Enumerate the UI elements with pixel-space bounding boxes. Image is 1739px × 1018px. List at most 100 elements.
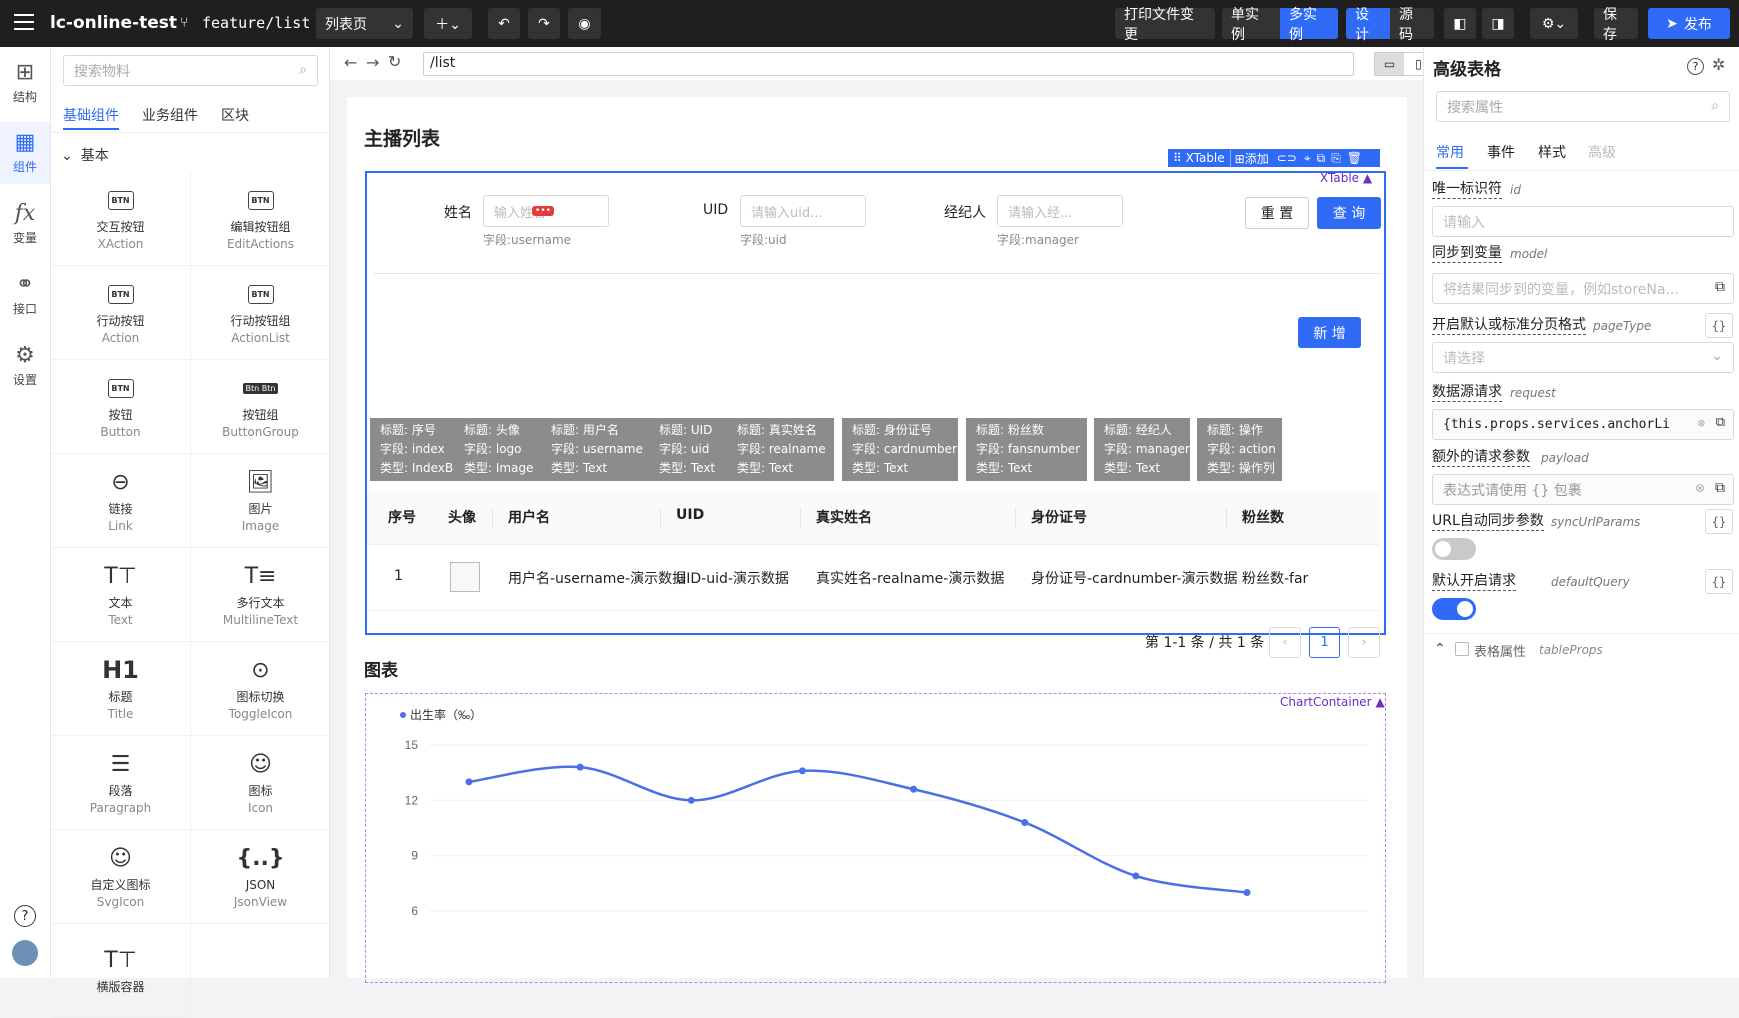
component-text[interactable]: T⊤ 文本 Text xyxy=(51,548,191,642)
tab-styles[interactable]: 样式 xyxy=(1538,142,1566,162)
reset-button[interactable]: 重 置 xyxy=(1245,197,1309,229)
single-instance-button[interactable]: 单实例 xyxy=(1222,7,1280,43)
column-meta-chip[interactable]: 标题: 操作 字段: action 类型: 操作列 xyxy=(1197,418,1282,481)
column-meta-chip[interactable]: 标题: 粉丝数 字段: fansnumber 类型: Text xyxy=(966,418,1087,481)
data-point[interactable] xyxy=(1132,872,1140,880)
duplicate-icon[interactable]: ⎘ xyxy=(1328,151,1344,166)
syncurl-switch[interactable] xyxy=(1432,538,1476,560)
undo-button[interactable]: ↶ xyxy=(488,8,520,39)
column-header[interactable]: UID xyxy=(676,507,704,523)
toolbar-add-button[interactable]: ⊞添加 xyxy=(1229,149,1273,167)
component-action[interactable]: BTN 行动按钮 Action xyxy=(51,266,191,360)
open-external-icon[interactable]: ⧉ xyxy=(1715,480,1725,496)
source-button[interactable]: 源码 xyxy=(1390,7,1434,43)
component-svgicon[interactable]: ☺ 自定义图标 SvgIcon xyxy=(51,830,191,924)
locate-icon[interactable]: ⌖ xyxy=(1301,151,1314,166)
data-point[interactable] xyxy=(465,778,473,786)
delete-icon[interactable]: 🗑 xyxy=(1344,151,1365,165)
column-meta-chip[interactable]: 标题: 真实姓名 字段: realname 类型: Text xyxy=(727,418,834,481)
print-changes-button[interactable]: 打印文件变更 xyxy=(1115,7,1215,43)
component-xaction[interactable]: BTN 交互按钮 XAction xyxy=(51,172,191,266)
link-icon[interactable]: ⊂⊃ xyxy=(1273,151,1301,165)
data-point[interactable] xyxy=(1243,889,1251,897)
component-title[interactable]: H1 标题 Title xyxy=(51,642,191,736)
tab-blocks[interactable]: 区块 xyxy=(221,105,249,125)
component-actionlist[interactable]: BTN 行动按钮组 ActionList xyxy=(191,266,331,360)
help-icon[interactable]: ? xyxy=(14,905,36,927)
uid-input[interactable]: 请输入uid... xyxy=(740,195,866,227)
url-input[interactable]: /list xyxy=(423,52,1354,76)
left-panel-toggle[interactable]: ◧ xyxy=(1444,8,1476,39)
expression-toggle-icon[interactable]: {} xyxy=(1705,313,1733,338)
prev-page-button[interactable]: ‹ xyxy=(1269,627,1301,658)
data-point[interactable] xyxy=(1021,818,1029,826)
query-button[interactable]: 查 询 xyxy=(1317,197,1381,229)
nav-settings[interactable]: ⚙ 设置 xyxy=(0,335,50,397)
material-search-input[interactable]: 搜索物料 ⌕ xyxy=(63,55,318,86)
publish-button[interactable]: ➤ 发布 xyxy=(1648,8,1730,39)
refresh-icon[interactable]: ↻ xyxy=(388,52,401,71)
add-dropdown-button[interactable]: ＋⌄ xyxy=(424,8,472,39)
column-header[interactable]: 用户名 xyxy=(508,507,550,527)
avatar[interactable] xyxy=(12,940,38,966)
column-header[interactable]: 粉丝数 xyxy=(1242,507,1284,527)
column-meta-chip[interactable]: 标题: 经纪人 字段: manager 类型: Text xyxy=(1094,418,1190,481)
component-paragraph[interactable]: ☰ 段落 Paragraph xyxy=(51,736,191,830)
back-icon[interactable]: ← xyxy=(344,53,357,72)
component-editactions[interactable]: BTN 编辑按钮组 EditActions xyxy=(191,172,331,266)
column-meta-chip[interactable]: 标题: 身份证号 字段: cardnumber 类型: Text xyxy=(842,418,958,481)
copy-icon[interactable]: ⧉ xyxy=(1314,151,1329,166)
component-button[interactable]: BTN 按钮 Button xyxy=(51,360,191,454)
tab-advanced[interactable]: 高级 xyxy=(1588,142,1616,162)
column-header[interactable]: 头像 xyxy=(448,507,476,527)
column-header[interactable]: 身份证号 xyxy=(1031,507,1087,527)
clear-icon[interactable]: ⊗ xyxy=(1698,416,1705,430)
data-point[interactable] xyxy=(910,785,918,793)
add-new-button[interactable]: 新 增 xyxy=(1298,317,1361,348)
save-button[interactable]: 保存 xyxy=(1594,7,1638,43)
component-buttongroup[interactable]: Btn Btn 按钮组 ButtonGroup xyxy=(191,360,331,454)
data-point[interactable] xyxy=(798,767,806,775)
open-external-icon[interactable]: ⧉ xyxy=(1715,279,1725,295)
page-select[interactable]: 列表页 ⌄ xyxy=(316,8,413,39)
defaultquery-switch[interactable] xyxy=(1432,598,1476,620)
manager-input[interactable]: 请输入经... xyxy=(997,195,1123,227)
component-image[interactable]: 🖼 图片 Image xyxy=(191,454,331,548)
nav-variables[interactable]: fx 变量 xyxy=(0,193,50,255)
pagetype-select[interactable]: 请选择 ⌄ xyxy=(1432,342,1734,373)
column-header[interactable]: 序号 xyxy=(388,507,416,527)
data-point[interactable] xyxy=(576,763,584,771)
tab-business[interactable]: 业务组件 xyxy=(142,105,198,125)
component-link[interactable]: ⊖ 链接 Link xyxy=(51,454,191,548)
preview-button[interactable]: ◉ xyxy=(568,8,601,39)
column-meta-chip[interactable]: 标题: 头像 字段: logo 类型: Image xyxy=(454,418,543,481)
component-multilinetext[interactable]: T≡ 多行文本 MultilineText xyxy=(191,548,331,642)
component-jsonview[interactable]: {..} JSON JsonView xyxy=(191,830,331,924)
property-search-input[interactable]: 搜索属性 ⌕ xyxy=(1436,91,1730,122)
nav-components[interactable]: ▦ 组件 xyxy=(0,122,50,184)
expression-toggle-icon[interactable]: {} xyxy=(1705,509,1733,534)
tab-basic[interactable]: 基础组件 xyxy=(63,105,119,125)
component-container[interactable]: T⊤ 横版容器 xyxy=(51,924,191,1018)
expression-toggle-icon[interactable]: {} xyxy=(1705,569,1733,594)
open-external-icon[interactable]: ⧉ xyxy=(1716,415,1725,430)
nav-api[interactable]: ⚭ 接口 xyxy=(0,264,50,326)
settings-dropdown[interactable]: ⚙⌄ xyxy=(1530,8,1578,39)
desktop-icon[interactable]: ▭ xyxy=(1375,53,1404,75)
xtable-tag[interactable]: XTable ▲ xyxy=(1320,171,1372,185)
redo-button[interactable]: ↷ xyxy=(528,8,560,39)
tab-events[interactable]: 事件 xyxy=(1487,142,1515,162)
clear-icon[interactable]: ⊗ xyxy=(1695,481,1705,495)
next-page-button[interactable]: › xyxy=(1348,627,1380,658)
forward-icon[interactable]: → xyxy=(366,53,379,72)
group-header-basic[interactable]: ⌄ 基本 xyxy=(61,145,109,165)
chevron-up-icon[interactable]: ⌃ xyxy=(1434,641,1446,657)
menu-icon[interactable] xyxy=(14,14,34,31)
component-toggleicon[interactable]: ⊙ 图标切换 ToggleIcon xyxy=(191,642,331,736)
request-input[interactable]: {this.props.services.anchorLi ⊗ ⧉ xyxy=(1432,409,1734,440)
page-1-button[interactable]: 1 xyxy=(1309,627,1340,658)
multi-instance-button[interactable]: 多实例 xyxy=(1280,7,1338,43)
id-input[interactable]: 请输入 xyxy=(1432,206,1734,237)
column-meta-chip[interactable]: 标题: UID 字段: uid 类型: Text xyxy=(649,418,728,481)
table-props-checkbox[interactable] xyxy=(1455,642,1469,656)
